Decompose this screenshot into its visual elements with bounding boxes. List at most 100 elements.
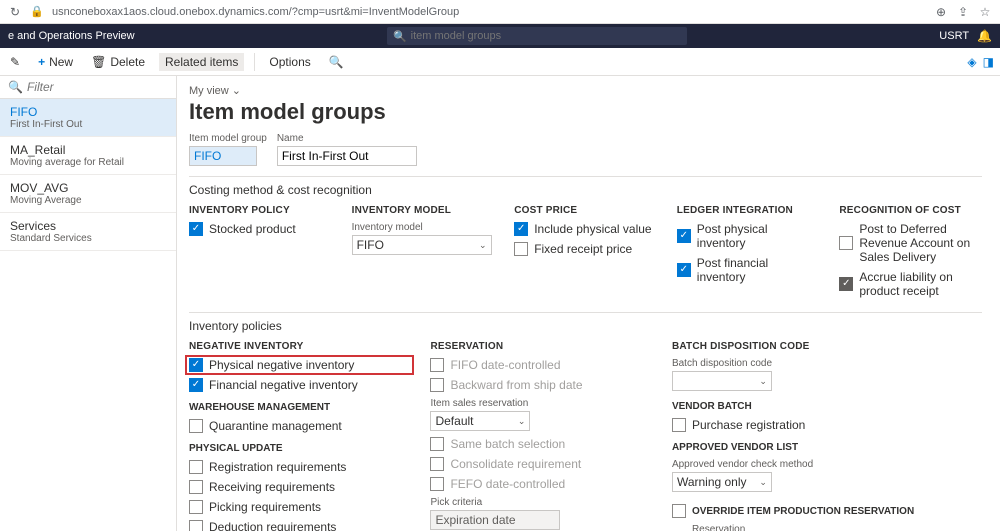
accrue-label: Accrue liability on product receipt bbox=[859, 270, 982, 298]
list-sidebar: 🔍 FIFO First In-First Out MA_Retail Movi… bbox=[0, 76, 177, 531]
ded-req-label: Deduction requirements bbox=[209, 520, 336, 531]
registration-req-checkbox[interactable]: Registration requirements bbox=[189, 460, 410, 474]
approved-vendor-select[interactable]: Warning only ⌄ bbox=[672, 472, 772, 492]
fifo-date-checkbox[interactable]: FIFO date-controlled bbox=[430, 358, 651, 372]
sidebar-item-main: FIFO bbox=[10, 105, 166, 119]
recognition-heading: RECOGNITION OF COST bbox=[839, 205, 982, 216]
fixed-receipt-checkbox[interactable]: Fixed receipt price bbox=[514, 242, 657, 256]
phys-neg-label: Physical negative inventory bbox=[209, 358, 354, 372]
chevron-down-icon: ⌄ bbox=[479, 240, 487, 251]
batch-disp-label: Batch disposition code bbox=[672, 358, 982, 369]
new-label: New bbox=[49, 55, 73, 69]
include-physical-checkbox[interactable]: ✓Include physical value bbox=[514, 222, 657, 236]
page-title: Item model groups bbox=[189, 99, 982, 125]
fefo-label: FEFO date-controlled bbox=[450, 477, 565, 491]
star-icon[interactable]: ☆ bbox=[978, 5, 992, 19]
global-search-input[interactable] bbox=[411, 30, 681, 42]
item-sales-select[interactable]: Default⌄ bbox=[430, 411, 530, 431]
options-tab[interactable]: Options bbox=[265, 53, 314, 71]
negative-inventory-heading: NEGATIVE INVENTORY bbox=[189, 341, 410, 352]
view-selector[interactable]: My view⌄ bbox=[189, 84, 982, 97]
delete-label: Delete bbox=[110, 55, 145, 69]
filter-input[interactable] bbox=[27, 80, 168, 94]
group-input[interactable] bbox=[189, 146, 257, 166]
warehouse-heading: WAREHOUSE MANAGEMENT bbox=[189, 402, 410, 413]
search-button[interactable]: 🔍 bbox=[325, 53, 348, 71]
edit-button[interactable]: ✎ bbox=[6, 53, 24, 71]
backward-checkbox[interactable]: Backward from ship date bbox=[430, 378, 651, 392]
backward-label: Backward from ship date bbox=[450, 378, 582, 392]
financial-negative-checkbox[interactable]: ✓Financial negative inventory bbox=[189, 378, 410, 392]
fifo-date-label: FIFO date-controlled bbox=[450, 358, 560, 372]
diamond-icon[interactable]: ◈ bbox=[967, 55, 976, 69]
sidebar-item-mov-avg[interactable]: MOV_AVG Moving Average bbox=[0, 175, 176, 213]
same-batch-checkbox[interactable]: Same batch selection bbox=[430, 437, 651, 451]
view-label: My view bbox=[189, 85, 229, 97]
inventory-model-heading: INVENTORY MODEL bbox=[352, 205, 495, 216]
fefo-checkbox[interactable]: FEFO date-controlled bbox=[430, 477, 651, 491]
reload-icon[interactable]: ↻ bbox=[8, 5, 22, 19]
post-financial-checkbox[interactable]: ✓Post financial inventory bbox=[677, 256, 820, 284]
trash-icon: 🗑 bbox=[91, 55, 106, 69]
batch-disp-select[interactable]: ⌄ bbox=[672, 371, 772, 391]
pick-criteria-value: Expiration date bbox=[435, 513, 515, 527]
pick-req-label: Picking requirements bbox=[209, 500, 321, 514]
filter-box[interactable]: 🔍 bbox=[0, 76, 176, 99]
global-search[interactable]: 🔍 bbox=[387, 27, 687, 45]
sidebar-item-main: Services bbox=[10, 219, 166, 233]
same-batch-label: Same batch selection bbox=[450, 437, 565, 451]
search-icon: 🔍 bbox=[393, 30, 407, 43]
divider bbox=[254, 53, 255, 71]
content-area: My view⌄ Item model groups Item model gr… bbox=[177, 76, 1000, 531]
inventory-model-value: FIFO bbox=[357, 238, 384, 252]
receiving-req-checkbox[interactable]: Receiving requirements bbox=[189, 480, 410, 494]
sidebar-item-sub: First In-First Out bbox=[10, 119, 166, 130]
picking-req-checkbox[interactable]: Picking requirements bbox=[189, 500, 410, 514]
browser-chrome-bar: ↻ 🔒 usnconeboxax1aos.cloud.onebox.dynami… bbox=[0, 0, 1000, 24]
deferred-revenue-checkbox[interactable]: Post to Deferred Revenue Account on Sale… bbox=[839, 222, 982, 264]
fasttab-inventory-policies[interactable]: Inventory policies bbox=[189, 312, 982, 337]
fin-neg-label: Financial negative inventory bbox=[209, 378, 358, 392]
inventory-model-select[interactable]: FIFO ⌄ bbox=[352, 235, 492, 255]
bell-icon[interactable]: 🔔 bbox=[977, 29, 992, 43]
reg-req-label: Registration requirements bbox=[209, 460, 346, 474]
stocked-product-checkbox[interactable]: ✓Stocked product bbox=[189, 222, 332, 236]
search-icon: 🔍 bbox=[329, 55, 344, 69]
sidebar-item-fifo[interactable]: FIFO First In-First Out bbox=[0, 99, 176, 137]
sidebar-item-ma-retail[interactable]: MA_Retail Moving average for Retail bbox=[0, 137, 176, 175]
pick-criteria-select[interactable]: Expiration date bbox=[430, 510, 560, 530]
share-icon[interactable]: ⇪ bbox=[956, 5, 970, 19]
command-bar: ✎ + New 🗑 Delete Related items Options 🔍 ◈… bbox=[0, 48, 1000, 76]
accrue-liability-checkbox[interactable]: ✓Accrue liability on product receipt bbox=[839, 270, 982, 298]
company-code[interactable]: USRT bbox=[939, 30, 969, 42]
override-reservation-checkbox[interactable]: OVERRIDE ITEM PRODUCTION RESERVATION bbox=[672, 504, 982, 518]
chevron-down-icon: ⌄ bbox=[232, 84, 241, 97]
post-physical-checkbox[interactable]: ✓Post physical inventory bbox=[677, 222, 820, 250]
purchase-reg-checkbox[interactable]: Purchase registration bbox=[672, 418, 982, 432]
approved-vendor-value: Warning only bbox=[677, 475, 747, 489]
new-button[interactable]: + New bbox=[34, 53, 77, 71]
deduction-req-checkbox[interactable]: Deduction requirements bbox=[189, 520, 410, 531]
zoom-icon[interactable]: ⊕ bbox=[934, 5, 948, 19]
fasttab-costing[interactable]: Costing method & cost recognition bbox=[189, 176, 982, 201]
name-label: Name bbox=[277, 133, 417, 144]
chevron-down-icon: ⌄ bbox=[759, 477, 767, 488]
quarantine-checkbox[interactable]: Quarantine management bbox=[189, 419, 410, 433]
include-physical-label: Include physical value bbox=[534, 222, 651, 236]
fixed-receipt-label: Fixed receipt price bbox=[534, 242, 632, 256]
reservation-heading: RESERVATION bbox=[430, 341, 651, 352]
consolidate-checkbox[interactable]: Consolidate requirement bbox=[430, 457, 651, 471]
delete-button[interactable]: 🗑 Delete bbox=[87, 53, 149, 71]
sidebar-item-services[interactable]: Services Standard Services bbox=[0, 213, 176, 251]
filter-icon: 🔍 bbox=[8, 80, 23, 94]
post-financial-label: Post financial inventory bbox=[697, 256, 820, 284]
name-input[interactable] bbox=[277, 146, 417, 166]
app-title: e and Operations Preview bbox=[8, 30, 135, 42]
approved-vendor-heading: APPROVED VENDOR LIST bbox=[672, 442, 982, 453]
pick-criteria-label: Pick criteria bbox=[430, 497, 651, 508]
url-text: usnconeboxax1aos.cloud.onebox.dynamics.c… bbox=[52, 6, 926, 18]
sidebar-toggle-icon[interactable]: ◨ bbox=[983, 55, 994, 69]
plus-icon: + bbox=[38, 55, 45, 69]
related-items-tab[interactable]: Related items bbox=[159, 53, 244, 71]
physical-negative-checkbox[interactable]: ✓Physical negative inventory bbox=[189, 358, 410, 372]
